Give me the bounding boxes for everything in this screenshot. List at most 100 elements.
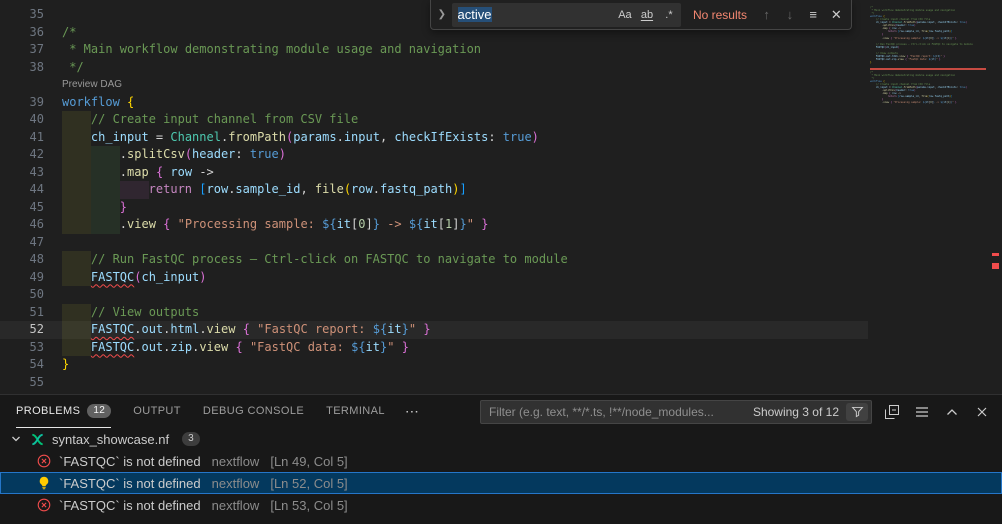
error-marker <box>992 263 999 269</box>
filter-icon[interactable] <box>846 403 868 421</box>
code-token: row <box>170 165 192 179</box>
previous-match-button[interactable]: ↑ <box>757 5 776 25</box>
code-token: FASTQC <box>91 340 134 354</box>
code-token: * Main workflow demonstrating module usa… <box>62 42 481 56</box>
code-token: it <box>387 322 401 336</box>
code-token: . <box>199 322 206 336</box>
line-number <box>0 76 62 94</box>
code-line: 51// View outputs <box>0 304 1002 322</box>
code-token: ${ <box>351 340 365 354</box>
code-line: 50 <box>0 286 1002 304</box>
more-actions-button[interactable]: ⋯ <box>405 403 419 420</box>
codelens-link[interactable]: Preview DAG <box>62 79 122 90</box>
code-token: Channel <box>170 130 221 144</box>
find-in-selection-button[interactable]: ≡ <box>803 5 822 25</box>
minimap[interactable]: /* * Main workflow demonstrating module … <box>868 0 988 394</box>
code-token: { <box>243 322 250 336</box>
problem-row[interactable]: `FASTQC` is not definednextflow[Ln 53, C… <box>0 494 1002 516</box>
code-line: 44return [row.sample_id, file(row.fastq_… <box>0 181 1002 199</box>
code-token: map <box>127 165 149 179</box>
problems-filter-input[interactable] <box>489 405 746 419</box>
line-number: 43 <box>0 164 62 182</box>
editor[interactable]: 3536/*37 * Main workflow demonstrating m… <box>0 0 1002 394</box>
line-content <box>62 234 1002 252</box>
code-token: ) <box>199 270 206 284</box>
line-number: 40 <box>0 111 62 129</box>
line-content: FASTQC(ch_input) <box>62 269 1002 287</box>
code-token <box>243 340 250 354</box>
code-token: { <box>127 95 134 109</box>
maximize-panel-button[interactable] <box>942 402 962 422</box>
panel-tab-label: DEBUG CONSOLE <box>203 405 304 417</box>
panel-header: PROBLEMS12OUTPUTDEBUG CONSOLETERMINAL ⋯ … <box>0 395 1002 428</box>
whole-word-button[interactable]: ab <box>637 5 657 25</box>
code-token: : <box>235 147 249 161</box>
next-match-button[interactable]: ↓ <box>780 5 799 25</box>
code-token: ] <box>459 182 466 196</box>
indent-highlight <box>62 164 91 182</box>
code-token: "FastQC report: <box>257 322 373 336</box>
code-token: it <box>366 340 380 354</box>
code-token: splitCsv <box>127 147 185 161</box>
code-token: . <box>120 165 127 179</box>
find-query: active <box>458 7 613 22</box>
code-token: -> <box>380 217 409 231</box>
code-token <box>120 95 127 109</box>
indent-highlight <box>62 269 91 287</box>
minimap-line <box>870 64 988 67</box>
code-token <box>235 322 242 336</box>
filter-status: Showing 3 of 12 <box>753 405 839 419</box>
line-number: 49 <box>0 269 62 287</box>
code-token: . <box>337 130 344 144</box>
overview-ruler[interactable] <box>988 0 1002 394</box>
code-token <box>394 340 401 354</box>
code-line: 43.map { row -> <box>0 164 1002 182</box>
panel-tab-problems[interactable]: PROBLEMS12 <box>16 395 111 428</box>
line-content: */ <box>62 59 1002 77</box>
code-token: } <box>373 217 380 231</box>
lightbulb-icon <box>36 475 52 491</box>
find-query-text: active <box>458 7 492 22</box>
view-mode-button[interactable] <box>912 402 932 422</box>
code-token: 0 <box>358 217 365 231</box>
close-find-button[interactable]: ✕ <box>827 5 846 25</box>
code-token: "Processing sample: <box>178 217 323 231</box>
line-content: FASTQC.out.html.view { "FastQC report: $… <box>62 321 1002 339</box>
problem-source: nextflow <box>212 454 260 469</box>
line-number: 45 <box>0 199 62 217</box>
code-token: out <box>141 340 163 354</box>
collapse-all-button[interactable] <box>882 402 902 422</box>
error-marker <box>992 253 999 256</box>
code-token: } <box>120 200 127 214</box>
line-number: 37 <box>0 41 62 59</box>
line-number: 44 <box>0 181 62 199</box>
panel-tab-output[interactable]: OUTPUT <box>133 395 181 428</box>
match-case-button[interactable]: Aa <box>615 5 635 25</box>
code-line: 48// Run FastQC process — Ctrl-click on … <box>0 251 1002 269</box>
toggle-replace-icon[interactable]: ❯ <box>436 9 448 20</box>
code-token: " <box>467 217 474 231</box>
find-input[interactable]: active Aa ab .* <box>452 3 681 27</box>
file-group-row[interactable]: syntax_showcase.nf 3 <box>0 428 1002 450</box>
problem-row[interactable]: `FASTQC` is not definednextflow[Ln 52, C… <box>0 472 1002 494</box>
code-token: file <box>315 182 344 196</box>
panel-tab-debug-console[interactable]: DEBUG CONSOLE <box>203 395 304 428</box>
editor-lines: 3536/*37 * Main workflow demonstrating m… <box>0 0 1002 391</box>
problem-row[interactable]: `FASTQC` is not definednextflow[Ln 49, C… <box>0 450 1002 472</box>
code-token: , <box>300 182 314 196</box>
chevron-down-icon[interactable] <box>8 431 24 447</box>
indent-highlight <box>62 129 91 147</box>
file-name: syntax_showcase.nf <box>52 432 169 447</box>
problems-filter[interactable]: Showing 3 of 12 <box>480 400 872 424</box>
code-token: } <box>481 217 488 231</box>
code-token: } <box>402 340 409 354</box>
line-number: 54 <box>0 356 62 374</box>
error-icon <box>36 453 52 469</box>
panel-tab-terminal[interactable]: TERMINAL <box>326 395 385 428</box>
code-token: /* <box>62 25 76 39</box>
close-panel-button[interactable] <box>972 402 992 422</box>
minimap-token: "Processing sample: <box>894 101 923 104</box>
indent-highlight <box>91 164 120 182</box>
regex-button[interactable]: .* <box>659 5 679 25</box>
code-token: row <box>207 182 229 196</box>
